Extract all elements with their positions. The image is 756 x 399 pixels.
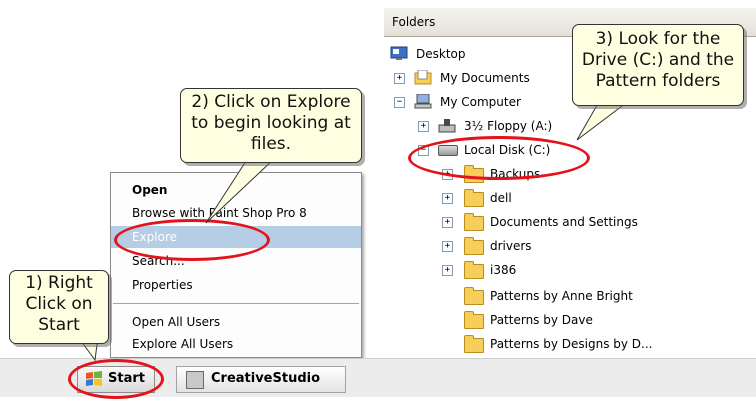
menu-item-label: Explore All Users — [132, 337, 234, 351]
tree-item-patterns-by-designs[interactable]: Patterns by Designs by D... — [464, 334, 724, 354]
callout-line: files. — [250, 134, 292, 154]
folder-icon — [464, 287, 484, 305]
callout-line: Pattern folders — [595, 71, 721, 91]
tree-item-label: Desktop — [416, 47, 466, 61]
tree-item-my-computer[interactable]: − My Computer — [394, 92, 594, 112]
folder-icon — [464, 311, 484, 329]
tree-item-label: My Documents — [440, 71, 530, 85]
expand-plus-icon[interactable]: + — [442, 265, 453, 276]
tree-item-label: drivers — [490, 239, 532, 253]
highlight-oval-explore — [114, 219, 270, 261]
taskbar-button-creativestudio[interactable]: CreativeStudio — [176, 366, 346, 393]
expand-plus-icon[interactable]: + — [418, 121, 429, 132]
expand-plus-icon[interactable]: + — [394, 73, 405, 84]
callout-step2: 2) Click on Explore to begin looking at … — [180, 88, 362, 163]
callout-line: 2) Click on Explore — [191, 92, 351, 112]
context-menu: Open Browse with Paint Shop Pro 8 Explor… — [110, 172, 362, 358]
callout-line: to begin looking at — [191, 113, 351, 133]
menu-item-label: Properties — [132, 278, 193, 292]
menu-item-browse-with-paint-shop-pro[interactable]: Browse with Paint Shop Pro 8 — [111, 202, 361, 224]
tree-item-label: My Computer — [440, 95, 521, 109]
app-window-icon — [186, 371, 204, 389]
menu-item-label: Open — [132, 183, 168, 197]
folder-icon — [464, 237, 484, 255]
callout-line: 3) Look for the — [595, 29, 721, 49]
tree-item-patterns-by-anne-bright[interactable]: Patterns by Anne Bright — [464, 286, 724, 306]
folder-icon — [464, 335, 484, 353]
folders-header-title: Folders — [392, 15, 436, 29]
tree-item-floppy[interactable]: + 3½ Floppy (A:) — [418, 116, 618, 136]
menu-item-explore-all-users[interactable]: Explore All Users — [111, 333, 361, 355]
tree-item-dell[interactable]: + dell — [442, 188, 682, 208]
highlight-oval-local-disk — [408, 136, 590, 180]
folder-icon — [464, 189, 484, 207]
tree-item-label: Patterns by Anne Bright — [490, 289, 633, 303]
tree-item-label: Patterns by Dave — [490, 313, 593, 327]
callout-line: Start — [38, 315, 80, 335]
menu-separator — [113, 303, 359, 305]
folder-icon — [464, 213, 484, 231]
my-computer-icon — [414, 94, 432, 109]
menu-item-open-all-users[interactable]: Open All Users — [111, 311, 361, 333]
expand-plus-icon[interactable]: + — [442, 217, 453, 228]
tree-item-drivers[interactable]: + drivers — [442, 236, 682, 256]
floppy-drive-icon — [438, 119, 456, 133]
tree-item-documents-and-settings[interactable]: + Documents and Settings — [442, 212, 722, 232]
tree-item-label: dell — [490, 191, 512, 205]
callout-line: Drive (C:) and the — [581, 50, 735, 70]
tree-item-desktop[interactable]: Desktop — [390, 44, 590, 64]
tree-item-label: i386 — [490, 263, 517, 277]
menu-item-properties[interactable]: Properties — [111, 274, 361, 296]
menu-item-open[interactable]: Open — [111, 179, 361, 201]
tree-item-i386[interactable]: + i386 — [442, 260, 682, 280]
tree-item-label: Documents and Settings — [490, 215, 638, 229]
tree-item-label: 3½ Floppy (A:) — [464, 119, 553, 133]
my-documents-icon — [414, 70, 432, 85]
expand-plus-icon[interactable]: + — [442, 241, 453, 252]
tree-item-my-documents[interactable]: + My Documents — [394, 68, 594, 88]
tree-item-patterns-by-dave[interactable]: Patterns by Dave — [464, 310, 724, 330]
expand-plus-icon[interactable]: + — [442, 193, 453, 204]
callout-step3: 3) Look for the Drive (C:) and the Patte… — [572, 24, 744, 106]
collapse-minus-icon[interactable]: − — [394, 97, 405, 108]
tree-item-label: Patterns by Designs by D... — [490, 337, 653, 351]
folder-icon — [464, 261, 484, 279]
desktop-icon — [390, 46, 408, 60]
callout-step1: 1) Right Click on Start — [9, 270, 109, 344]
menu-item-label: Open All Users — [132, 315, 221, 329]
callout-line: Click on — [25, 294, 93, 314]
highlight-oval-start — [68, 359, 164, 399]
taskbar-button-label: CreativeStudio — [211, 371, 321, 386]
callout-line: 1) Right — [25, 273, 93, 293]
